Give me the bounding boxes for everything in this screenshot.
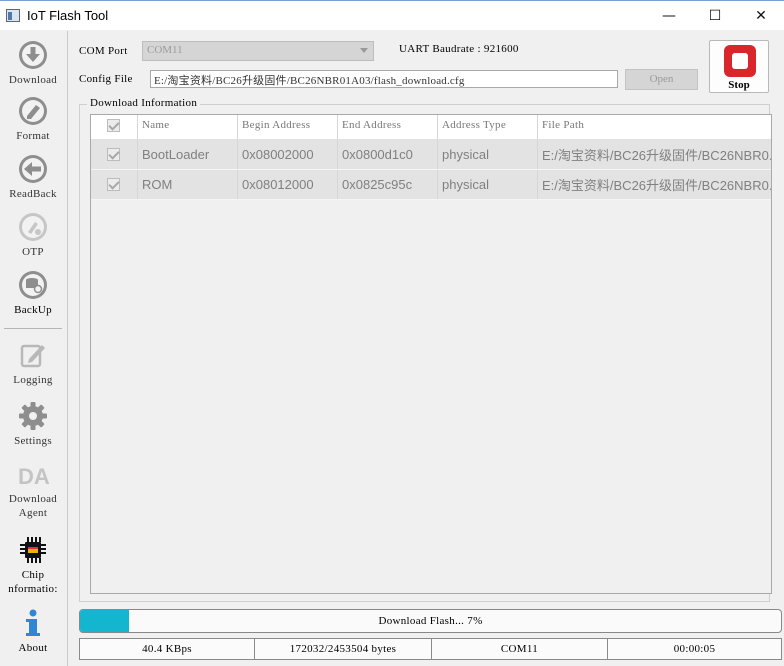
sidebar-item-label: BackUp xyxy=(14,304,52,316)
stop-button[interactable]: Stop xyxy=(709,40,769,93)
sidebar-item-download[interactable]: Download xyxy=(0,40,66,87)
readback-icon xyxy=(19,155,47,183)
chevron-down-icon xyxy=(360,48,368,53)
download-progress-bar: Download Flash... 7% xyxy=(79,609,782,633)
sidebar-item-label: Format xyxy=(16,130,50,142)
open-button[interactable]: Open xyxy=(625,69,698,90)
status-port: COM11 xyxy=(432,639,608,659)
status-bytes: 172032/2453504 bytes xyxy=(255,639,432,659)
config-file-input[interactable]: E:/淘宝资料/BC26升级固件/BC26NBR01A03/flash_down… xyxy=(150,70,618,88)
sidebar-item-format[interactable]: Format xyxy=(0,96,66,143)
progress-text: Download Flash... 7% xyxy=(378,615,483,627)
otp-icon xyxy=(19,213,47,241)
window-title: IoT Flash Tool xyxy=(27,8,109,23)
sidebar-item-label: Chip xyxy=(21,569,45,581)
download-agent-icon: DA xyxy=(18,464,50,489)
sidebar-item-readback[interactable]: ReadBack xyxy=(0,154,66,201)
column-header-end-address: End Address xyxy=(338,115,438,139)
com-port-select[interactable]: COM11 xyxy=(142,41,374,61)
status-bar: 40.4 KBps 172032/2453504 bytes COM11 00:… xyxy=(79,638,782,660)
cell-begin-address: 0x08012000 xyxy=(238,170,338,199)
column-header-begin-address: Begin Address xyxy=(238,115,338,139)
sidebar-item-otp[interactable]: OTP xyxy=(0,212,66,259)
chip-icon xyxy=(20,537,46,563)
cell-file-path: E:/淘宝资料/BC26升级固件/BC26NBR0... xyxy=(542,178,771,193)
logging-icon xyxy=(20,344,45,368)
sidebar-item-about[interactable]: About xyxy=(0,608,66,655)
cell-file-path: E:/淘宝资料/BC26升级固件/BC26NBR0... xyxy=(542,148,771,163)
sidebar-item-label: Logging xyxy=(13,374,53,386)
sidebar-item-label: About xyxy=(18,642,48,654)
sidebar-item-logging[interactable]: Logging xyxy=(0,340,66,387)
cell-end-address: 0x0825c95c xyxy=(338,170,438,199)
sidebar-item-chip-information[interactable]: Chip nformatio: xyxy=(0,535,66,596)
sidebar-item-label: Agent xyxy=(18,507,48,519)
download-information-title: Download Information xyxy=(87,97,201,109)
table-row[interactable]: ROM 0x08012000 0x0825c95c physical E:/淘宝… xyxy=(91,170,771,200)
row-select[interactable] xyxy=(91,140,138,169)
sidebar-divider xyxy=(4,328,62,329)
sidebar-item-label: OTP xyxy=(22,246,44,258)
sidebar-item-label: Download xyxy=(8,493,58,505)
cell-name: BootLoader xyxy=(138,140,238,169)
cell-end-address: 0x0800d1c0 xyxy=(338,140,438,169)
column-header-file-path: File Path xyxy=(542,119,585,131)
header-select-all[interactable] xyxy=(91,115,138,139)
info-icon xyxy=(26,609,40,636)
sidebar-item-settings[interactable]: Settings xyxy=(0,401,66,448)
sidebar-item-label: nformatio: xyxy=(8,583,58,595)
cell-address-type: physical xyxy=(438,170,538,199)
title-bar: IoT Flash Tool — ☐ ✕ xyxy=(0,0,784,30)
row-checkbox[interactable] xyxy=(107,148,120,161)
gear-icon xyxy=(19,402,47,430)
cell-begin-address: 0x08002000 xyxy=(238,140,338,169)
cell-address-type: physical xyxy=(438,140,538,169)
config-file-label: Config File xyxy=(79,73,133,85)
format-icon xyxy=(19,97,47,125)
column-header-name: Name xyxy=(138,115,238,139)
sidebar-item-label: Download xyxy=(8,74,58,86)
cell-name: ROM xyxy=(138,170,238,199)
table-header: Name Begin Address End Address Address T… xyxy=(91,115,771,140)
status-speed: 40.4 KBps xyxy=(80,639,255,659)
row-checkbox[interactable] xyxy=(107,178,120,191)
table-row[interactable]: BootLoader 0x08002000 0x0800d1c0 physica… xyxy=(91,140,771,170)
minimize-button[interactable]: — xyxy=(646,1,692,31)
sidebar-item-label: ReadBack xyxy=(9,188,57,200)
app-icon xyxy=(6,9,20,22)
status-elapsed: 00:00:05 xyxy=(673,643,716,655)
download-icon xyxy=(19,41,47,69)
row-select[interactable] xyxy=(91,170,138,199)
maximize-button[interactable]: ☐ xyxy=(692,1,738,31)
sidebar: Download Format ReadBack OTP BackUp Logg… xyxy=(0,31,68,666)
sidebar-item-backup[interactable]: BackUp xyxy=(0,270,66,317)
select-all-checkbox[interactable] xyxy=(107,119,120,132)
download-table: Name Begin Address End Address Address T… xyxy=(90,114,772,594)
sidebar-item-download-agent[interactable]: DA Download Agent xyxy=(0,462,66,520)
close-button[interactable]: ✕ xyxy=(738,1,784,31)
com-port-value: COM11 xyxy=(147,44,183,56)
com-port-label: COM Port xyxy=(79,45,128,57)
backup-icon xyxy=(19,271,47,299)
baudrate-label: UART Baudrate : 921600 xyxy=(399,43,519,55)
sidebar-item-label: Settings xyxy=(14,435,52,447)
stop-button-label: Stop xyxy=(728,79,750,91)
stop-icon xyxy=(724,45,756,77)
column-header-address-type: Address Type xyxy=(438,115,538,139)
